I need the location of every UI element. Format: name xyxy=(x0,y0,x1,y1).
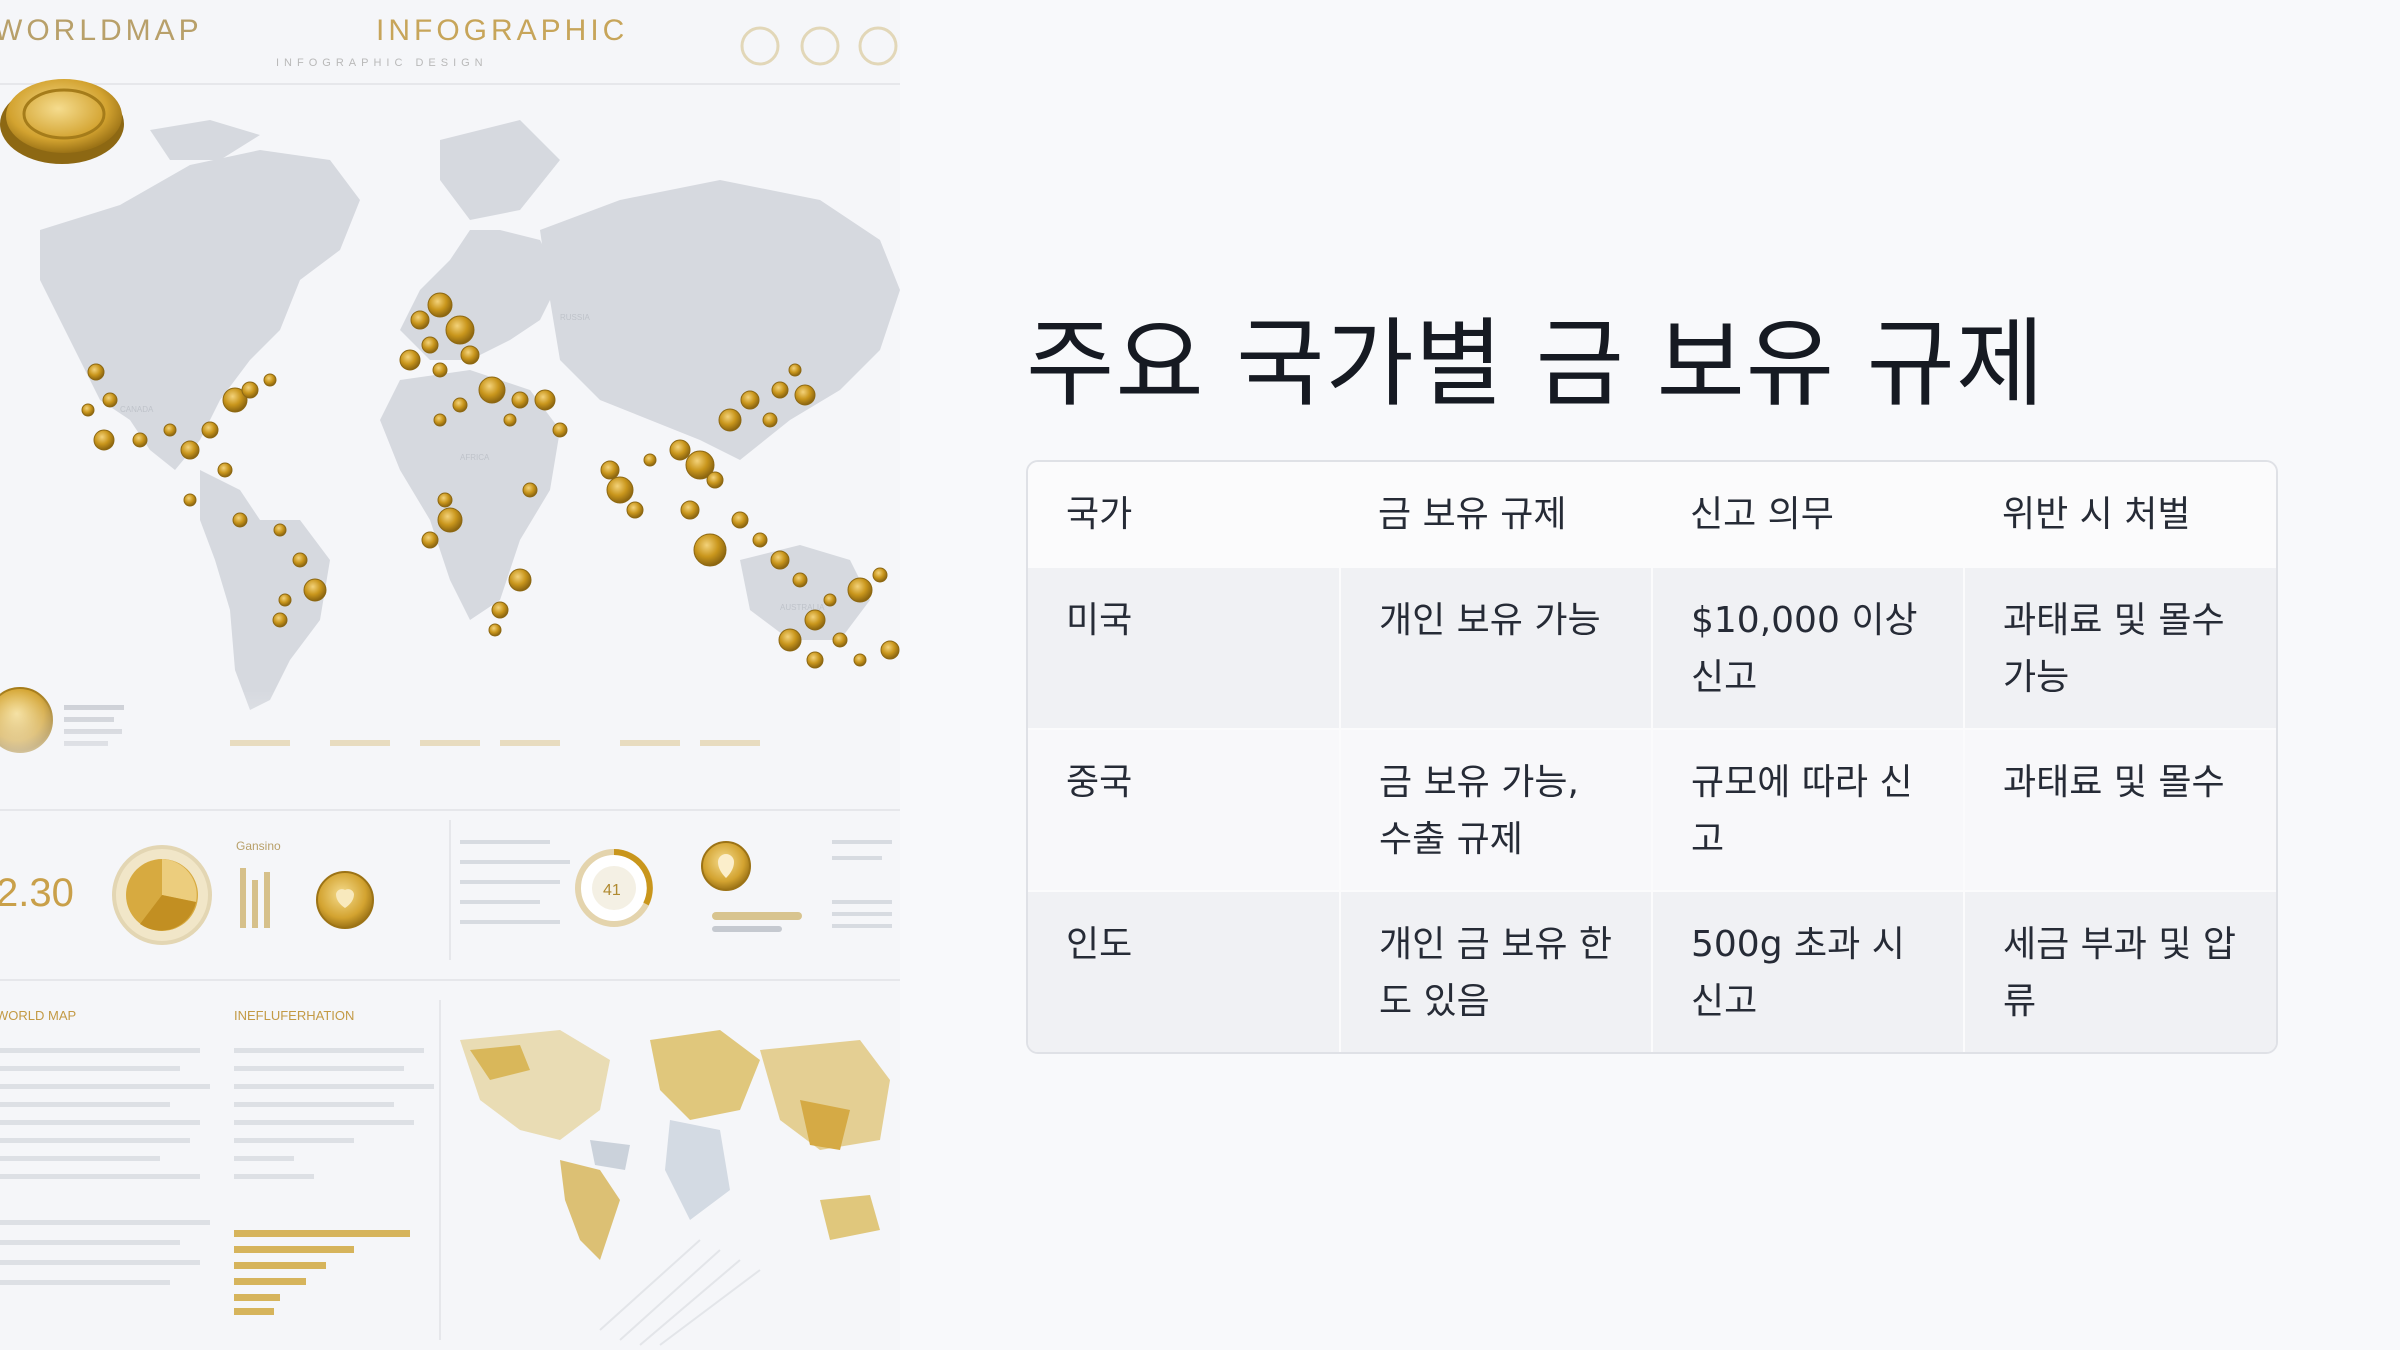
panel-number: 2.30 xyxy=(0,871,74,915)
table-row: 중국 금 보유 가능, 수출 규제 규모에 따라 신고 과태료 및 몰수 xyxy=(1028,729,2276,891)
header-left-text: WORLDMAP xyxy=(0,14,203,47)
header-sub-text: INFOGRAPHIC DESIGN xyxy=(276,57,488,69)
gold-bar-chart xyxy=(234,1230,410,1315)
bottom-left-label: WORLD MAP xyxy=(0,1008,76,1023)
table-cell: 과태료 및 몰수 xyxy=(1964,729,2276,891)
table-cell: 인도 xyxy=(1028,891,1341,1052)
table-cell: 세금 부과 및 압류 xyxy=(1964,891,2276,1052)
table-cell: 과태료 및 몰수 가능 xyxy=(1964,567,2276,729)
svg-text:CANADA: CANADA xyxy=(120,405,154,414)
table-row: 미국 개인 보유 가능 $10,000 이상 신고 과태료 및 몰수 가능 xyxy=(1028,567,2276,729)
regulation-table: 국가 금 보유 규제 신고 의무 위반 시 처벌 미국 개인 보유 가능 $10… xyxy=(1026,460,2278,1054)
table-cell: $10,000 이상 신고 xyxy=(1652,567,1965,729)
pie-chart-icon xyxy=(112,845,212,945)
table-cell: 개인 보유 가능 xyxy=(1340,567,1653,729)
world-map-infographic-image: WORLDMAP INFOGRAPHIC INFOGRAPHIC DESIGN xyxy=(0,0,900,1350)
bottom-center-label: INEFLUFERHATION xyxy=(234,1008,354,1023)
gold-heart-coin-icon xyxy=(316,871,374,929)
gold-coin-icon xyxy=(0,79,124,164)
svg-text:AFRICA: AFRICA xyxy=(460,453,490,462)
table-cell: 규모에 따라 신고 xyxy=(1652,729,1965,891)
gauge-value: 41 xyxy=(603,882,621,899)
column-header-reporting: 신고 의무 xyxy=(1652,462,1964,567)
table-header-row: 국가 금 보유 규제 신고 의무 위반 시 처벌 xyxy=(1028,462,2276,567)
panel-label-genshin: Gansino xyxy=(236,839,281,853)
column-header-holding-rule: 금 보유 규제 xyxy=(1340,462,1652,567)
table-row: 인도 개인 금 보유 한도 있음 500g 초과 시 신고 세금 부과 및 압류 xyxy=(1028,891,2276,1052)
table-cell: 금 보유 가능, 수출 규제 xyxy=(1340,729,1653,891)
table-cell: 개인 금 보유 한도 있음 xyxy=(1340,891,1653,1052)
page-title: 주요 국가별 금 보유 규제 xyxy=(1026,308,2046,420)
table-cell: 미국 xyxy=(1028,567,1341,729)
location-pin-icon xyxy=(701,841,751,891)
svg-text:RUSSIA: RUSSIA xyxy=(560,313,590,322)
table-cell: 500g 초과 시 신고 xyxy=(1652,891,1965,1052)
table-cell: 중국 xyxy=(1028,729,1341,891)
gauge-icon: 41 xyxy=(575,849,653,927)
infographic-illustration: WORLDMAP INFOGRAPHIC INFOGRAPHIC DESIGN xyxy=(0,14,900,1346)
header-center-text: INFOGRAPHIC xyxy=(376,14,628,47)
column-header-country: 국가 xyxy=(1028,462,1340,567)
column-header-penalty: 위반 시 처벌 xyxy=(1964,462,2276,567)
mini-world-map xyxy=(460,1030,890,1260)
